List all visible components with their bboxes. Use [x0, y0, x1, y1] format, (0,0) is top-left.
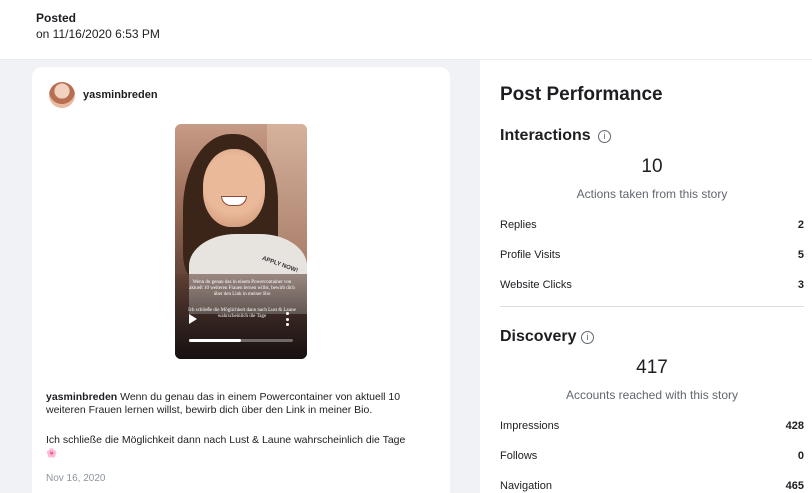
metric-follows-value: 0 — [797, 450, 804, 462]
interactions-subtitle: Actions taken from this story — [576, 187, 728, 201]
post-card: yasminbreden APPLY NOW! Wenn du genau da… — [32, 67, 450, 493]
performance-title: Post Performance — [500, 84, 663, 105]
post-preview-area: yasminbreden APPLY NOW! Wenn du genau da… — [0, 60, 480, 493]
metric-replies-label: Replies — [500, 219, 537, 231]
metric-profile-visits-label: Profile Visits — [500, 249, 561, 261]
video-progress-bar[interactable] — [189, 339, 293, 342]
metric-impressions-value: 428 — [785, 420, 804, 432]
metric-navigation-label: Navigation — [500, 480, 552, 492]
interactions-title: Interactions — [500, 127, 591, 144]
story-thumbnail[interactable]: APPLY NOW! Wenn du genau das in einem Po… — [175, 124, 307, 359]
story-text-2: Ich schließe die Möglichkeit dann nach L… — [188, 308, 296, 319]
play-icon[interactable] — [189, 314, 197, 324]
info-icon[interactable]: i — [581, 331, 594, 344]
discovery-total: 417 — [636, 357, 668, 378]
interactions-total: 10 — [641, 156, 663, 177]
metric-website-clicks-value: 3 — [797, 279, 804, 291]
section-divider — [500, 306, 804, 307]
more-options-icon[interactable] — [285, 312, 289, 326]
posted-label: Posted — [36, 11, 77, 25]
avatar[interactable] — [49, 82, 75, 108]
discovery-subtitle: Accounts reached with this story — [565, 388, 739, 402]
posted-date: on 11/16/2020 6:53 PM — [36, 27, 160, 41]
metric-replies-value: 2 — [797, 219, 804, 231]
video-progress-fill — [189, 339, 241, 342]
info-icon[interactable]: i — [598, 130, 611, 143]
post-date: Nov 16, 2020 — [46, 473, 106, 484]
caption-username[interactable]: yasminbreden — [46, 391, 117, 403]
flower-emoji: 🌸 — [46, 448, 58, 458]
metric-profile-visits-value: 5 — [797, 249, 804, 261]
post-username[interactable]: yasminbreden — [83, 89, 158, 101]
post-caption-2: Ich schließe die Möglichkeit dann nach L… — [46, 434, 406, 446]
post-caption: yasminbreden Wenn du genau das in einem … — [46, 391, 442, 417]
discovery-title: Discovery — [500, 328, 577, 345]
metric-website-clicks-label: Website Clicks — [500, 279, 572, 291]
metric-follows-label: Follows — [500, 450, 538, 462]
story-face — [203, 149, 265, 227]
metric-navigation-value: 465 — [785, 480, 804, 492]
metric-impressions-label: Impressions — [500, 420, 560, 432]
post-performance-panel: Post Performance Interactions i 10 Actio… — [480, 60, 812, 493]
story-text-1: Wenn du genau das in einem Powercontaine… — [189, 280, 295, 297]
post-header: Posted on 11/16/2020 6:53 PM — [0, 0, 812, 60]
